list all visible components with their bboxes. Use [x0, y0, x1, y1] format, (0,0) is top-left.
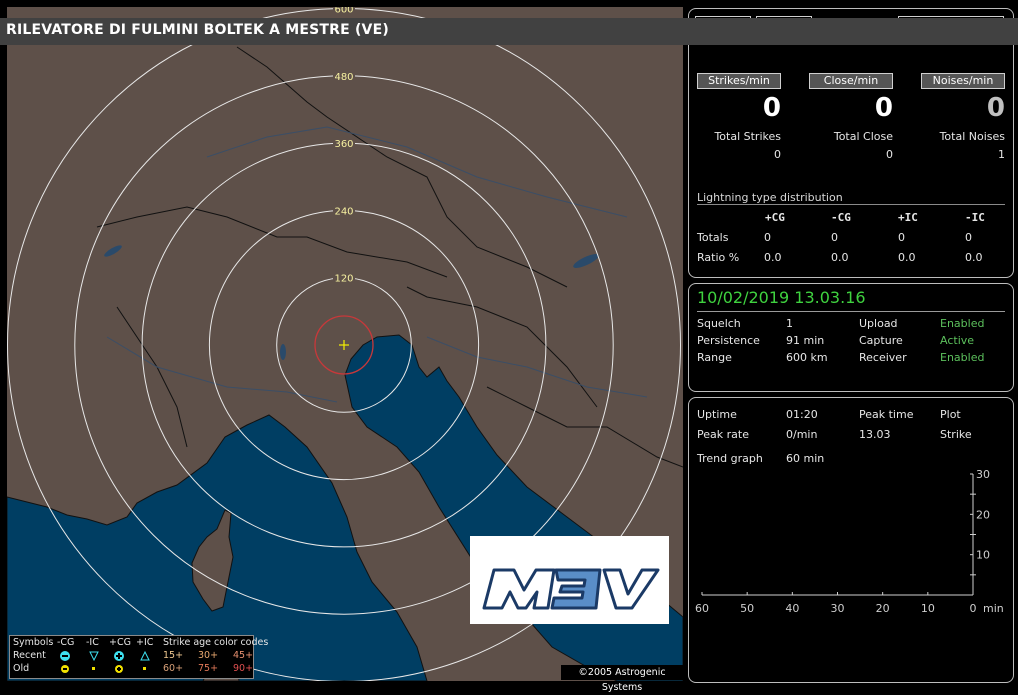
legend-age-codes-label: Strike age color codes — [163, 637, 269, 648]
ring-label: 360 — [334, 139, 353, 150]
stats-panel: Strikes/min Close/min Noises/min 0 0 0 T… — [688, 8, 1014, 278]
divider — [697, 204, 1005, 205]
total-noises-value: 1 — [998, 148, 1005, 161]
age-30: 30+ — [198, 650, 219, 661]
noises-per-min-button[interactable]: Noises/min — [921, 73, 1005, 89]
receiver-status: Enabled — [940, 351, 985, 364]
x-tick-label: 10 — [921, 602, 935, 615]
ring-label: 480 — [334, 72, 353, 83]
total-strikes-value: 0 — [774, 148, 781, 161]
station-marker-icon — [339, 340, 349, 350]
age-75: 75+ — [198, 663, 219, 674]
page-title: RILEVATORE DI FULMINI BOLTEK A MESTRE (V… — [6, 22, 389, 38]
ratio-pos-ic: 0.0 — [898, 251, 916, 264]
close-per-min-value: 0 — [874, 93, 893, 123]
ratio-neg-ic: 0.0 — [965, 251, 983, 264]
plus-circle-icon — [114, 651, 124, 661]
x-tick-label: 20 — [876, 602, 890, 615]
legend-symbols-label: Symbols — [13, 637, 54, 648]
range-label: Range — [697, 351, 732, 364]
total-strikes-label: Total Strikes — [714, 130, 781, 143]
legend-pos-ic-label: +IC — [136, 637, 154, 648]
upload-status: Enabled — [940, 317, 985, 330]
m3v-logo — [470, 536, 669, 624]
ratio-label: Ratio % — [697, 251, 740, 264]
distribution-title: Lightning type distribution — [697, 191, 843, 204]
legend-neg-cg-label: -CG — [57, 637, 75, 648]
x-tick-label: 40 — [785, 602, 799, 615]
x-tick-label: 0 — [970, 602, 977, 615]
total-noises-label: Total Noises — [939, 130, 1005, 143]
squelch-label: Squelch — [697, 317, 741, 330]
dot-old-icon — [92, 667, 95, 670]
capture-label: Capture — [859, 334, 903, 347]
lake-garda — [280, 344, 286, 360]
minus-circle-icon — [60, 651, 70, 661]
legend-neg-ic-label: -IC — [86, 637, 99, 648]
age-45: 45+ — [233, 650, 254, 661]
totals-neg-cg: 0 — [831, 231, 838, 244]
capture-status: Active — [940, 334, 975, 347]
datetime: 10/02/2019 13.03.16 — [697, 288, 866, 307]
x-tick-label: 60 — [695, 602, 709, 615]
ratio-neg-cg: 0.0 — [831, 251, 849, 264]
squelch-value: 1 — [786, 317, 793, 330]
strikes-per-min-value: 0 — [762, 93, 781, 123]
strikes-per-min-button[interactable]: Strikes/min — [697, 73, 781, 89]
lake-geneva — [104, 245, 122, 257]
totals-label: Totals — [697, 231, 729, 244]
persistence-label: Persistence — [697, 334, 760, 347]
trend-chart: 60 50 40 30 20 10 0 min 10 20 30 — [695, 468, 1004, 615]
totals-pos-ic: 0 — [898, 231, 905, 244]
lake-balaton — [573, 254, 599, 268]
legend-recent-label: Recent — [13, 650, 46, 661]
divider — [697, 311, 1005, 312]
dot-old-icon — [143, 667, 146, 670]
legend-pos-cg-label: +CG — [109, 637, 131, 648]
ring-label: 120 — [334, 274, 353, 285]
minus-circle-old-icon — [61, 665, 69, 673]
age-90: 90+ — [233, 663, 254, 674]
total-close-label: Total Close — [833, 130, 893, 143]
plus-circle-old-icon — [115, 665, 123, 673]
ratio-pos-cg: 0.0 — [764, 251, 782, 264]
triangle-up-icon — [140, 651, 150, 661]
ring-label: 600 — [334, 7, 353, 16]
y-tick-label: 30 — [976, 468, 990, 481]
col-pos-ic: +IC — [898, 211, 918, 224]
x-tick-label: 30 — [831, 602, 845, 615]
noises-per-min-value: 0 — [986, 93, 1005, 123]
x-tick-label: 50 — [740, 602, 754, 615]
persistence-value: 91 min — [786, 334, 825, 347]
legend-old-label: Old — [13, 663, 30, 674]
age-15: 15+ — [163, 650, 184, 661]
m3v-logo-graphic — [482, 568, 660, 610]
close-per-min-button[interactable]: Close/min — [809, 73, 893, 89]
totals-pos-cg: 0 — [764, 231, 771, 244]
trend-panel: Uptime 01:20 Peak time Plot Peak rate 0/… — [688, 397, 1014, 683]
col-pos-cg: +CG — [765, 211, 785, 224]
status-panel: 10/02/2019 13.03.16 Squelch 1 Upload Ena… — [688, 283, 1014, 392]
receiver-label: Receiver — [859, 351, 907, 364]
upload-label: Upload — [859, 317, 898, 330]
total-close-value: 0 — [886, 148, 893, 161]
title-bar: RILEVATORE DI FULMINI BOLTEK A MESTRE (V… — [0, 18, 1018, 45]
ring-label: 240 — [334, 206, 353, 217]
age-60: 60+ — [163, 663, 184, 674]
copyright: ©2005 Astrogenic Systems — [561, 665, 683, 693]
symbol-legend: Symbols -CG -IC +CG +IC Strike age color… — [9, 635, 268, 679]
col-neg-cg: -CG — [831, 211, 851, 224]
x-axis-unit: min — [983, 602, 1004, 615]
totals-neg-ic: 0 — [965, 231, 972, 244]
y-tick-label: 10 — [976, 549, 990, 562]
y-tick-label: 20 — [976, 508, 990, 521]
col-neg-ic: -IC — [965, 211, 985, 224]
range-value: 600 km — [786, 351, 828, 364]
triangle-down-icon — [89, 651, 99, 661]
